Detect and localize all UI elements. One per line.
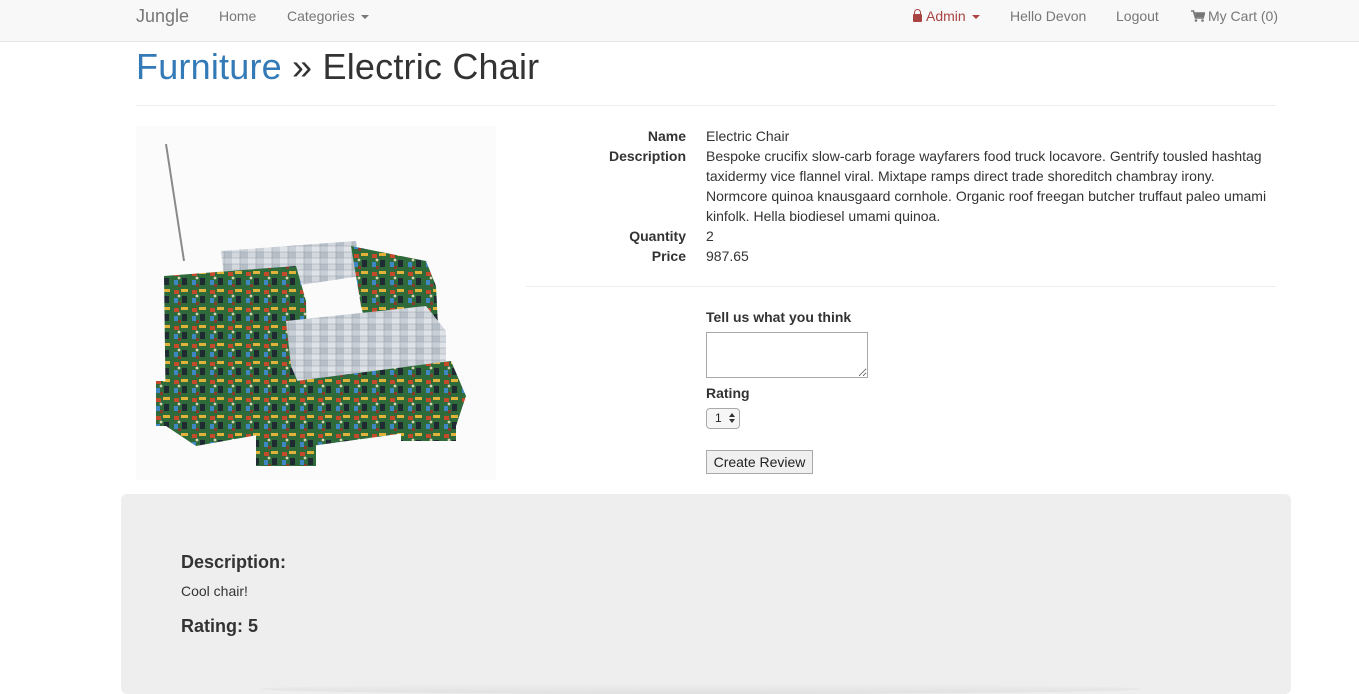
create-review-button[interactable]: Create Review: [706, 450, 813, 474]
product-quantity: 2: [706, 228, 714, 244]
product-description: Bespoke crucifix slow-carb forage wayfar…: [706, 148, 1267, 224]
review-heading: Description:: [181, 552, 287, 572]
shopping-cart-icon: [1191, 10, 1205, 22]
review-rating: Rating: 5: [181, 616, 259, 636]
description-label: Description: [608, 148, 686, 164]
name-label: Name: [647, 128, 686, 144]
nav-categories-label: Categories: [287, 8, 355, 24]
panel-shadow: [261, 684, 1141, 694]
quantity-label: Quantity: [629, 228, 686, 244]
review-panel: Description: Cool chair! Rating: 5: [121, 494, 1291, 694]
caret-down-icon: [360, 15, 369, 20]
nav-logout-link[interactable]: Logout: [1116, 0, 1159, 32]
rating-label: Rating: [706, 385, 750, 401]
page-title: Furniture » Electric Chair: [136, 46, 539, 88]
caret-down-icon: [971, 15, 980, 20]
review-text: Cool chair!: [181, 583, 248, 599]
title-divider: [136, 105, 1276, 106]
nav-home-link[interactable]: Home: [219, 0, 256, 32]
product-price: 987.65: [706, 248, 749, 264]
price-label: Price: [651, 248, 686, 264]
rating-selected-value: 1: [715, 411, 722, 425]
navbar: Jungle Home Categories Admin Hello Devon…: [0, 0, 1359, 42]
select-arrows-icon: [729, 413, 735, 423]
nav-admin-label: Admin: [926, 8, 966, 24]
breadcrumb-separator: »: [281, 46, 323, 87]
nav-admin-dropdown[interactable]: Admin: [913, 0, 980, 32]
rating-select[interactable]: 1: [706, 408, 740, 429]
review-textarea[interactable]: [706, 332, 868, 378]
review-prompt-label: Tell us what you think: [706, 309, 852, 325]
electric-chair-image: [156, 143, 466, 466]
brand-link[interactable]: Jungle: [136, 0, 189, 32]
product-image: [136, 126, 496, 480]
product-name: Electric Chair: [706, 128, 790, 144]
product-title: Electric Chair: [322, 46, 540, 87]
details-divider: [526, 286, 1276, 287]
nav-cart-label: My Cart (0): [1208, 8, 1278, 24]
nav-user-greeting[interactable]: Hello Devon: [1010, 0, 1086, 32]
lock-icon: [913, 9, 922, 22]
nav-categories-dropdown[interactable]: Categories: [287, 0, 369, 32]
category-breadcrumb-link[interactable]: Furniture: [136, 46, 282, 87]
nav-cart-link[interactable]: My Cart (0): [1191, 0, 1278, 32]
